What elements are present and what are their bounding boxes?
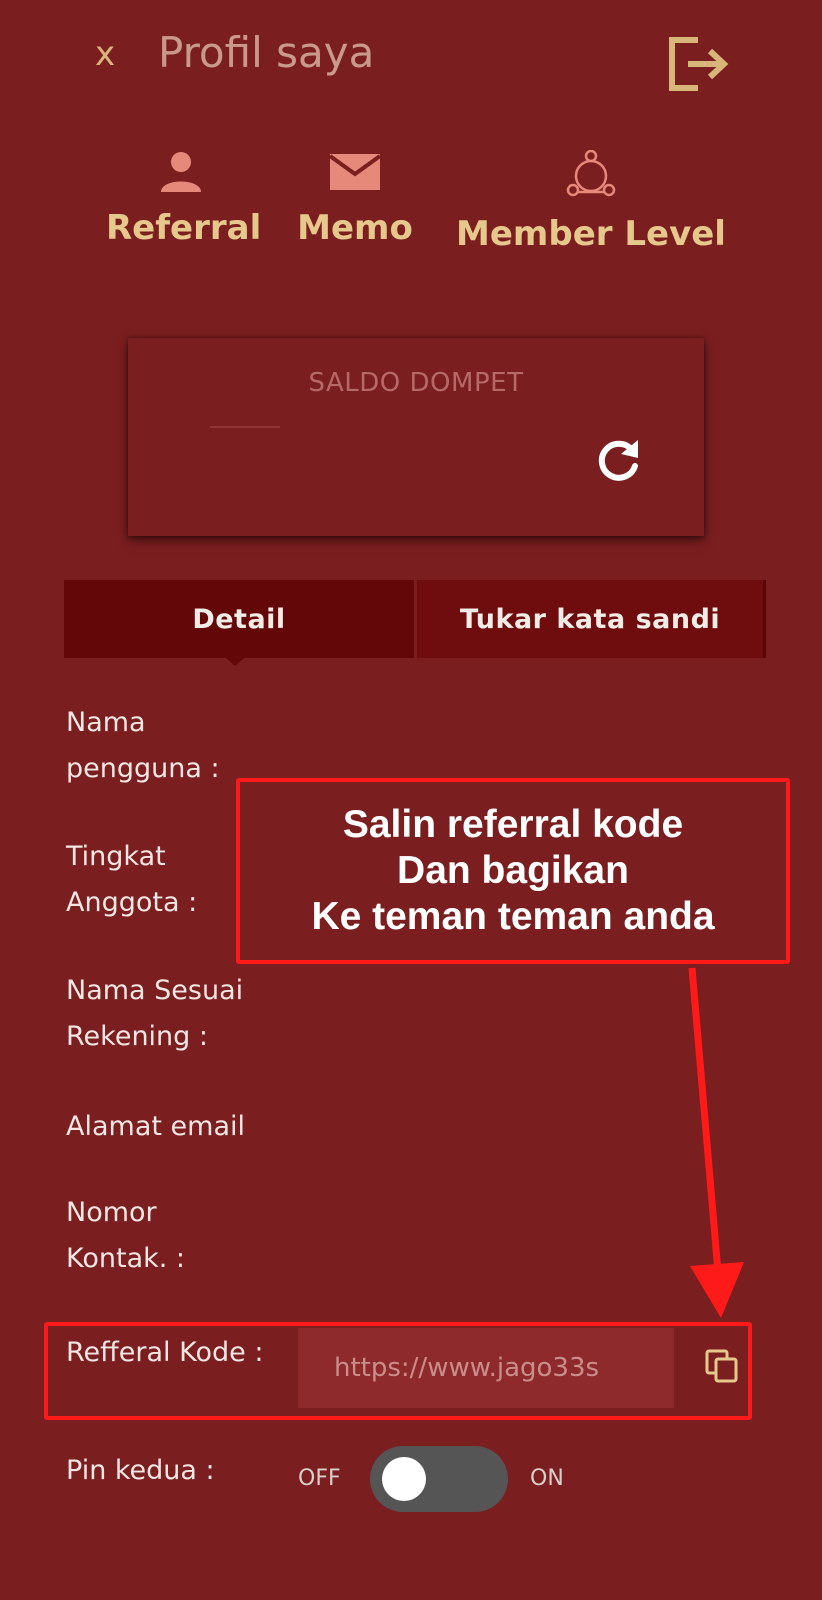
nav-referral[interactable]: Referral	[106, 150, 262, 248]
member-level-icon	[566, 150, 616, 197]
page-title: Profil saya	[158, 28, 375, 77]
wallet-balance-placeholder	[210, 426, 280, 428]
wallet-card: SALDO DOMPET	[128, 338, 704, 536]
annotation-callout: Salin referral kode Dan bagikan Ke teman…	[236, 778, 790, 964]
referral-code-input[interactable]	[298, 1328, 674, 1408]
close-button[interactable]: x	[95, 34, 115, 74]
quick-nav: Referral Memo Member Level	[0, 150, 822, 270]
nav-referral-label: Referral	[106, 208, 262, 248]
toggle-off-label: OFF	[298, 1466, 341, 1491]
username-label: Nama pengguna :	[66, 707, 220, 784]
phone-label: Nomor Kontak. :	[66, 1197, 186, 1274]
person-icon	[161, 152, 201, 192]
wallet-label: SALDO DOMPET	[308, 368, 524, 398]
nav-memo-label: Memo	[297, 208, 413, 248]
copy-icon[interactable]	[704, 1348, 740, 1384]
callout-line-2: Dan bagikan	[397, 849, 629, 892]
nav-member-level[interactable]: Member Level	[456, 150, 726, 254]
refresh-icon[interactable]	[592, 436, 644, 488]
callout-line-3: Ke teman teman anda	[311, 895, 715, 938]
toggle-on-label: ON	[530, 1466, 564, 1491]
header: x Profil saya	[0, 0, 822, 110]
envelope-icon	[329, 154, 381, 190]
email-label: Alamat email	[66, 1111, 245, 1142]
toggle-knob[interactable]	[382, 1457, 426, 1501]
account-name-label: Nama Sesuai Rekening :	[66, 975, 244, 1052]
profile-tabs: Detail Tukar kata sandi	[64, 580, 766, 666]
logout-icon[interactable]	[668, 36, 730, 92]
nav-member-level-label: Member Level	[456, 214, 726, 254]
tab-detail[interactable]: Detail	[64, 580, 414, 666]
second-pin-toggle[interactable]	[370, 1446, 508, 1512]
callout-line-1: Salin referral kode	[342, 803, 684, 846]
member-level-label: Tingkat Anggota :	[66, 841, 198, 918]
nav-memo[interactable]: Memo	[290, 150, 420, 248]
second-pin-label: Pin kedua :	[66, 1455, 215, 1486]
tab-change-password[interactable]: Tukar kata sandi	[417, 580, 766, 658]
referral-label: Refferal Kode :	[66, 1337, 264, 1368]
